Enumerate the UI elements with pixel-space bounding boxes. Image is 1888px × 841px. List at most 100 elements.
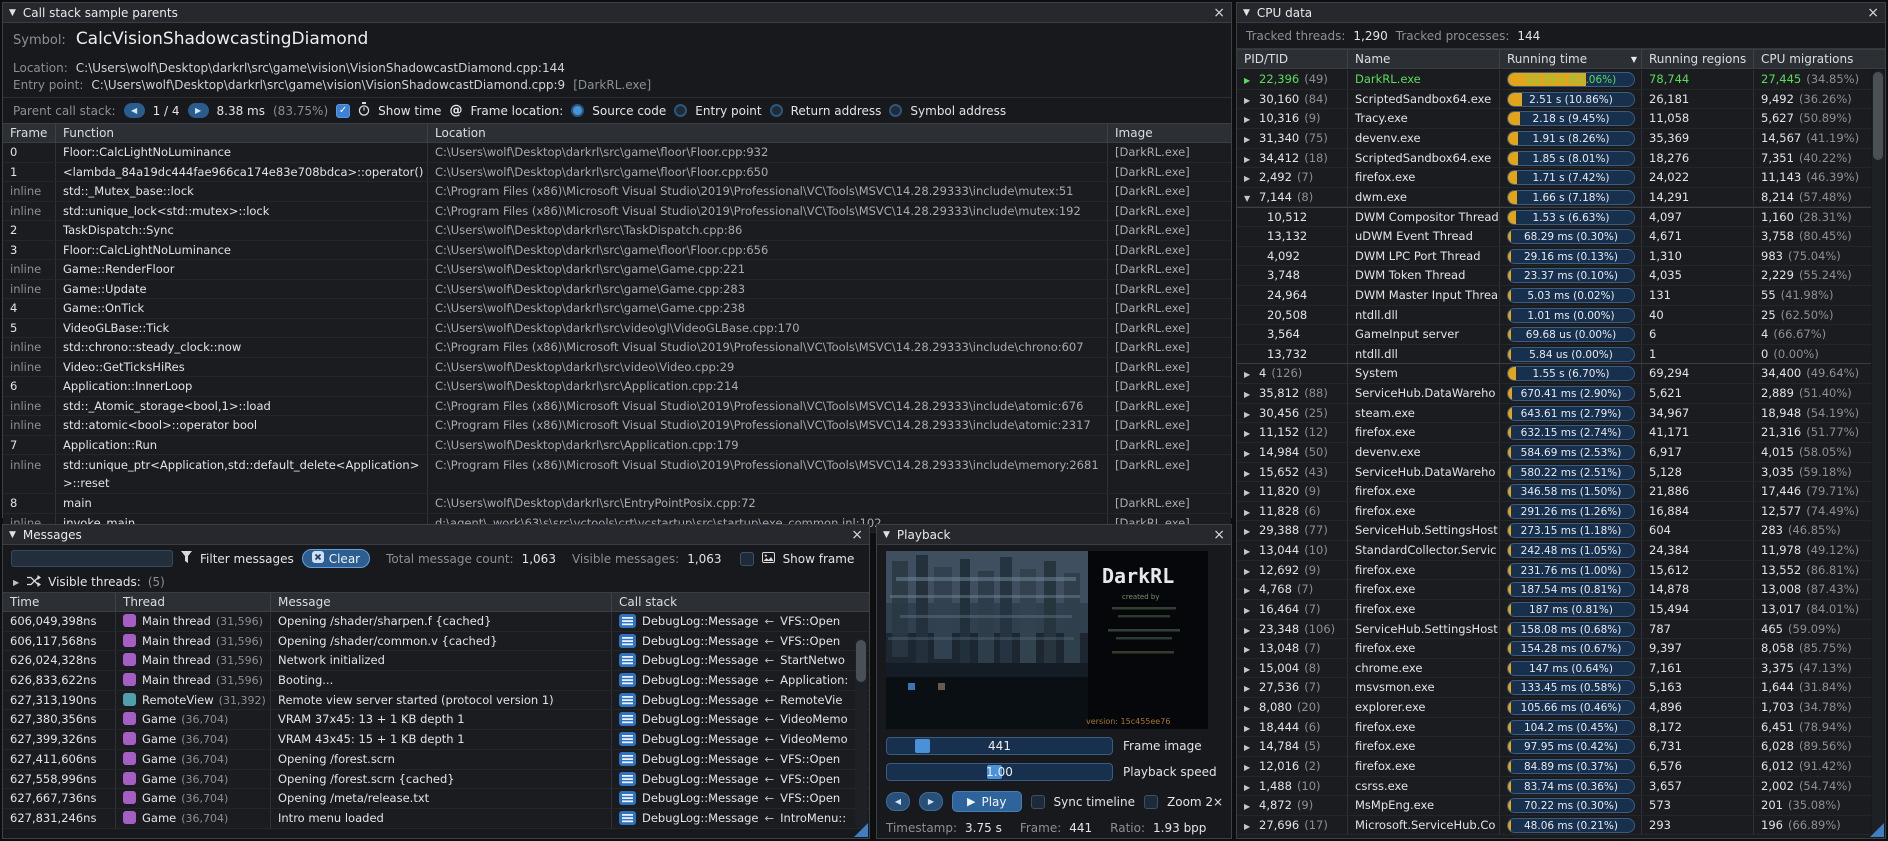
tree-expand-icon[interactable]: ▶ — [1244, 581, 1259, 599]
process-row[interactable]: 20,508ntdll.dll1.01 ms (0.00%)4025(62.50… — [1237, 306, 1871, 326]
tree-expand-icon[interactable]: ▶ — [1244, 562, 1259, 580]
tree-expand-icon[interactable]: ▶ — [1244, 444, 1259, 462]
message-row[interactable]: 627,558,996nsGame(36,704)Opening /forest… — [3, 770, 869, 790]
radio-source-code-label[interactable]: Source code — [592, 104, 666, 118]
call-stack-row[interactable]: 1<lambda_84a19dc444fae966ca174e83e708bdc… — [3, 163, 1231, 183]
process-row[interactable]: ▶4(126)System1.55 s (6.70%)69,29434,400(… — [1237, 364, 1871, 384]
show-time-checkbox[interactable]: ✓ — [336, 104, 350, 118]
process-row[interactable]: 3,748DWM Token Thread23.37 ms (0.10%)4,0… — [1237, 266, 1871, 286]
call-stack-row[interactable]: inlinestd::chrono::steady_clock::nowC:\P… — [3, 338, 1231, 358]
process-row[interactable]: ▶27,536(7)msvsmon.exe133.45 ms (0.58%)5,… — [1237, 678, 1871, 698]
radio-symbol-address-label[interactable]: Symbol address — [910, 104, 1006, 118]
call-stack-row[interactable]: inlinestd::_Atomic_storage<bool,1>::load… — [3, 397, 1231, 417]
process-row[interactable]: ▶2,492(7)firefox.exe1.71 s (7.42%)24,022… — [1237, 168, 1871, 188]
frame-column-header[interactable]: Frame — [3, 124, 55, 142]
message-row[interactable]: 606,049,398nsMain thread(31,596)Opening … — [3, 612, 869, 632]
collapse-triangle-icon[interactable]: ▼ — [9, 530, 16, 540]
close-icon[interactable]: × — [1213, 528, 1225, 542]
tree-expand-icon[interactable]: ▶ — [1244, 660, 1259, 678]
message-row[interactable]: 626,024,328nsMain thread(31,596)Network … — [3, 651, 869, 671]
call-stack-row[interactable]: inlinestd::unique_lock<std::mutex>::lock… — [3, 202, 1231, 222]
message-row[interactable]: 627,831,246nsGame(36,704)Intro menu load… — [3, 809, 869, 829]
call-stack-row[interactable]: 8mainC:\Users\wolf\Desktop\darkrl\src\En… — [3, 494, 1231, 514]
radio-return-address[interactable] — [770, 104, 783, 117]
resize-grip[interactable] — [1870, 823, 1884, 837]
message-row[interactable]: 627,380,356nsGame(36,704)VRAM 37x45: 13 … — [3, 710, 869, 730]
tree-expand-icon[interactable]: ▶ — [1244, 130, 1259, 148]
messages-scrollbar-thumb[interactable] — [856, 640, 866, 682]
tree-expand-icon[interactable]: ▶ — [1244, 699, 1259, 717]
image-column-header[interactable]: Image — [1107, 124, 1231, 142]
location-column-header[interactable]: Location — [427, 124, 1107, 142]
process-row[interactable]: ▶16,464(7)firefox.exe187 ms (0.81%)15,49… — [1237, 600, 1871, 620]
collapse-triangle-icon[interactable]: ▼ — [1243, 8, 1250, 18]
process-row[interactable]: ▶14,784(5)firefox.exe97.95 ms (0.42%)6,7… — [1237, 737, 1871, 757]
process-row[interactable]: ▶34,412(18)ScriptedSandbox64.exe1.85 s (… — [1237, 149, 1871, 169]
call-stack-row[interactable]: inlineVideo::GetTicksHiResC:\Users\wolf\… — [3, 358, 1231, 378]
tree-expand-icon[interactable]: ▶ — [1244, 424, 1259, 442]
process-row[interactable]: ▶11,820(9)firefox.exe346.58 ms (1.50%)21… — [1237, 482, 1871, 502]
visible-threads-row[interactable]: ▶ Visible threads: (5) — [3, 572, 869, 592]
collapse-triangle-icon[interactable]: ▼ — [883, 530, 890, 540]
tree-expand-icon[interactable]: ▶ — [1244, 719, 1259, 737]
process-row[interactable]: ▶27,696(17)Microsoft.ServiceHub.Co48.06 … — [1237, 816, 1871, 836]
sync-timeline-label[interactable]: Sync timeline — [1054, 795, 1136, 809]
process-row[interactable]: 13,732ntdll.dll5.84 us (0.00%)10(0.00%) — [1237, 345, 1871, 365]
zoom-2x-checkbox[interactable] — [1144, 795, 1158, 809]
process-row[interactable]: ▶15,652(43)ServiceHub.DataWareho580.22 m… — [1237, 463, 1871, 483]
tree-expand-icon[interactable]: ▶ — [1244, 522, 1259, 540]
call-stack-row[interactable]: 2TaskDispatch::SyncC:\Users\wolf\Desktop… — [3, 221, 1231, 241]
close-icon[interactable]: × — [1867, 6, 1879, 20]
call-stack-row[interactable]: 7Application::RunC:\Users\wolf\Desktop\d… — [3, 436, 1231, 456]
process-row[interactable]: ▶30,456(25)steam.exe643.61 ms (2.79%)34,… — [1237, 404, 1871, 424]
sync-timeline-checkbox[interactable] — [1031, 795, 1045, 809]
call-stack-titlebar[interactable]: ▼ Call stack sample parents × — [3, 3, 1231, 23]
call-stack-row[interactable]: 5VideoGLBase::TickC:\Users\wolf\Desktop\… — [3, 319, 1231, 339]
tree-collapse-icon[interactable]: ▼ — [1244, 189, 1259, 207]
process-row[interactable]: ▶15,004(8)chrome.exe147 ms (0.64%)7,1613… — [1237, 659, 1871, 679]
tree-expand-icon[interactable]: ▶ — [1244, 797, 1259, 815]
next-stack-button[interactable]: ▶ — [188, 103, 209, 118]
radio-source-code[interactable] — [571, 104, 584, 117]
process-row[interactable]: ▶13,048(7)firefox.exe154.28 ms (0.67%)9,… — [1237, 639, 1871, 659]
process-row[interactable]: ▶11,828(6)firefox.exe291.26 ms (1.26%)16… — [1237, 502, 1871, 522]
process-row[interactable]: ▶4,872(9)MsMpEng.exe70.22 ms (0.30%)5732… — [1237, 796, 1871, 816]
tree-expand-icon[interactable]: ▶ — [1244, 817, 1259, 835]
message-column-header[interactable]: Message — [270, 593, 611, 611]
tree-expand-icon[interactable]: ▶ — [1244, 542, 1259, 560]
call-stack-row[interactable]: inlinestd::unique_ptr<Application,std::d… — [3, 455, 1231, 494]
process-row[interactable]: 4,092DWM LPC Port Thread29.16 ms (0.13%)… — [1237, 247, 1871, 267]
process-row[interactable]: ▶11,152(12)firefox.exe632.15 ms (2.74%)4… — [1237, 423, 1871, 443]
process-row[interactable]: ▼7,144(8)dwm.exe1.66 s (7.18%)14,2918,21… — [1237, 188, 1871, 208]
messages-scrollbar[interactable] — [855, 638, 867, 828]
process-row[interactable]: 13,132uDWM Event Thread68.29 ms (0.30%)4… — [1237, 227, 1871, 247]
message-row[interactable]: 627,411,606nsGame(36,704)Opening /forest… — [3, 750, 869, 770]
message-row[interactable]: 606,117,568nsMain thread(31,596)Opening … — [3, 632, 869, 652]
radio-return-address-label[interactable]: Return address — [791, 104, 882, 118]
tree-expand-icon[interactable]: ▶ — [1244, 71, 1259, 89]
tree-expand-icon[interactable]: ▶ — [1244, 110, 1259, 128]
process-row[interactable]: ▶18,444(6)firefox.exe104.2 ms (0.45%)8,1… — [1237, 718, 1871, 738]
call-stack-row[interactable]: 6Application::InnerLoopC:\Users\wolf\Des… — [3, 377, 1231, 397]
tree-expand-icon[interactable]: ▶ — [1244, 679, 1259, 697]
tree-expand-icon[interactable]: ▶ — [1244, 621, 1259, 639]
process-row[interactable]: ▶13,044(10)StandardCollector.Servic242.4… — [1237, 541, 1871, 561]
running-time-column-header[interactable]: Running time ▼ — [1499, 50, 1641, 68]
process-row[interactable]: 3,564GameInput server69.68 us (0.00%)64(… — [1237, 325, 1871, 345]
message-row[interactable]: 627,667,736nsGame(36,704)Opening /meta/r… — [3, 789, 869, 809]
call-stack-row[interactable]: inlineGame::RenderFloorC:\Users\wolf\Des… — [3, 260, 1231, 280]
call-stack-column-header[interactable]: Call stack — [611, 593, 869, 611]
tree-expand-icon[interactable]: ▶ — [1244, 405, 1259, 423]
tree-expand-icon[interactable]: ▶ — [1244, 365, 1259, 383]
tree-expand-icon[interactable]: ▶ — [1244, 385, 1259, 403]
playback-speed-slider[interactable]: 1.00 — [886, 763, 1113, 781]
close-icon[interactable]: × — [851, 528, 863, 542]
tree-expand-icon[interactable]: ▶ — [1244, 464, 1259, 482]
process-row[interactable]: ▶23,348(106)ServiceHub.SettingsHost158.0… — [1237, 620, 1871, 640]
process-row[interactable]: 10,512DWM Compositor Thread1.53 s (6.63%… — [1237, 207, 1871, 227]
process-row[interactable]: ▶1,488(10)csrss.exe83.74 ms (0.36%)3,657… — [1237, 777, 1871, 797]
expand-triangle-icon[interactable]: ▶ — [13, 578, 19, 587]
cpu-scrollbar[interactable] — [1872, 70, 1884, 836]
play-button[interactable]: ▶ Play — [952, 791, 1022, 812]
call-stack-row[interactable]: inlinestd::_Mutex_base::lockC:\Program F… — [3, 182, 1231, 202]
